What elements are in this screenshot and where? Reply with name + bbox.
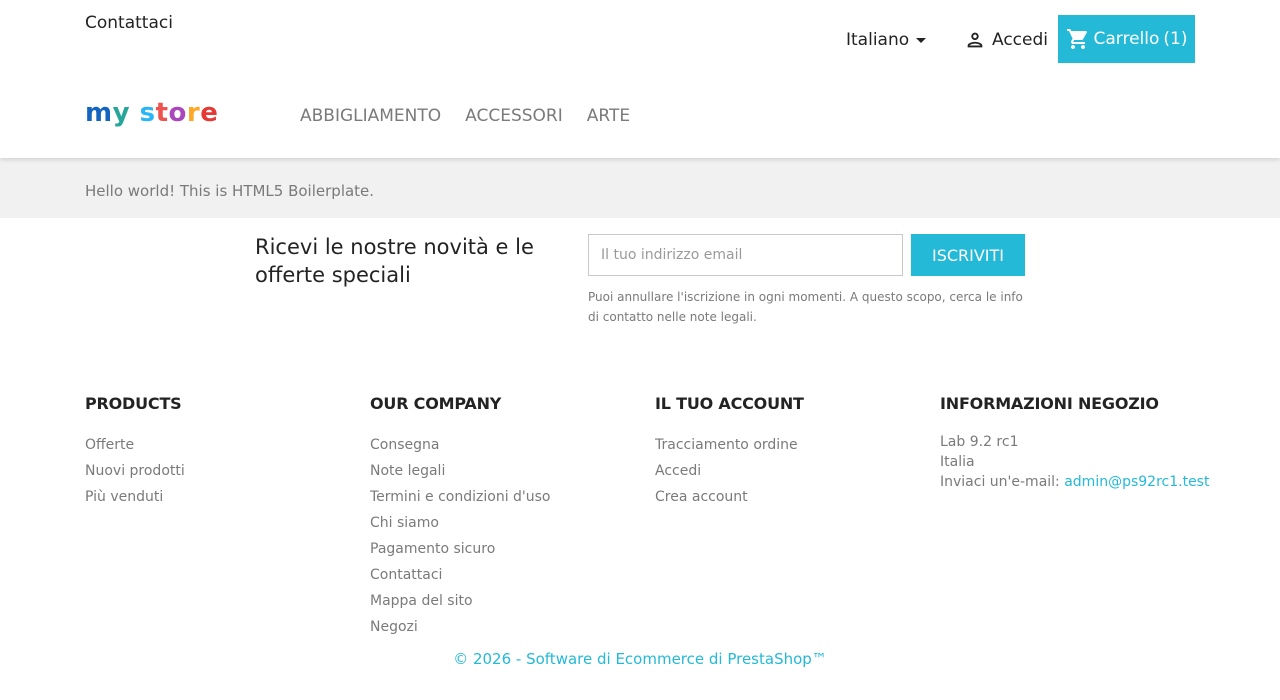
logo-letter: m xyxy=(85,98,113,128)
store-email-prefix: Inviaci un'e-mail: xyxy=(940,474,1060,490)
contact-link[interactable]: Contattaci xyxy=(85,13,173,33)
logo-letter: s xyxy=(139,98,156,128)
newsletter-note: Puoi annullare l'iscrizione in ogni mome… xyxy=(588,290,1023,324)
nav-item-arte[interactable]: ARTE xyxy=(587,106,630,126)
footer-link[interactable]: Termini e condizioni d'uso xyxy=(370,484,551,510)
cart-button[interactable]: Carrello (1) xyxy=(1058,15,1195,63)
footer-company-title: OUR COMPANY xyxy=(370,394,502,413)
hello-text: Hello world! This is HTML5 Boilerplate. xyxy=(85,182,375,200)
footer-link[interactable]: Offerte xyxy=(85,432,185,458)
logo-letter: t xyxy=(155,98,169,128)
footer-link[interactable]: Crea account xyxy=(655,484,804,510)
logo-letter xyxy=(130,98,140,128)
store-name: Lab 9.2 rc1 xyxy=(940,434,1019,450)
signin-link[interactable]: Accedi xyxy=(964,29,1048,51)
store-country: Italia xyxy=(940,454,975,470)
subscribe-button[interactable]: ISCRIVITI xyxy=(911,234,1025,276)
logo-letter: o xyxy=(168,98,187,128)
logo-letter: e xyxy=(200,98,219,128)
store-logo[interactable]: my store xyxy=(85,100,218,126)
footer-link[interactable]: Contattaci xyxy=(370,562,551,588)
footer-products: PRODUCTS Offerte Nuovi prodotti Più vend… xyxy=(85,394,185,510)
person-icon xyxy=(967,32,983,48)
cart-count: (1) xyxy=(1163,29,1188,49)
store-email-line: Inviaci un'e-mail: admin@ps92rc1.test xyxy=(940,472,1209,492)
store-email-link[interactable]: admin@ps92rc1.test xyxy=(1064,474,1209,490)
logo-letter: r xyxy=(186,98,201,128)
footer-link[interactable]: Consegna xyxy=(370,432,551,458)
newsletter-email-input[interactable] xyxy=(588,234,903,276)
caret-down-icon xyxy=(916,37,927,43)
cart-label: Carrello xyxy=(1093,29,1160,49)
footer-link[interactable]: Negozi xyxy=(370,614,551,640)
footer-account: IL TUO ACCOUNT Tracciamento ordine Acced… xyxy=(655,394,804,510)
footer-link[interactable]: Note legali xyxy=(370,458,551,484)
footer-store-info: INFORMAZIONI NEGOZIO Lab 9.2 rc1 Italia … xyxy=(940,394,1209,492)
shopping-cart-icon xyxy=(1066,29,1087,49)
newsletter-title: Ricevi le nostre novità e le offerte spe… xyxy=(255,235,534,287)
footer-link[interactable]: Nuovi prodotti xyxy=(85,458,185,484)
language-label: Italiano xyxy=(846,30,910,50)
nav-item-abbigliamento[interactable]: ABBIGLIAMENTO xyxy=(300,106,441,126)
footer-company: OUR COMPANY Consegna Note legali Termini… xyxy=(370,394,551,640)
footer-link[interactable]: Accedi xyxy=(655,458,804,484)
footer-link[interactable]: Pagamento sicuro xyxy=(370,536,551,562)
main-nav: ABBIGLIAMENTO ACCESSORI ARTE xyxy=(300,106,654,126)
footer-store-title: INFORMAZIONI NEGOZIO xyxy=(940,394,1159,413)
footer-link[interactable]: Più venduti xyxy=(85,484,185,510)
nav-item-accessori[interactable]: ACCESSORI xyxy=(465,106,563,126)
site-header: Contattaci Italiano Accedi Carrello (1) … xyxy=(0,0,1280,158)
footer-link[interactable]: Chi siamo xyxy=(370,510,551,536)
signin-label: Accedi xyxy=(992,30,1048,50)
logo-letter: y xyxy=(112,98,131,128)
language-selector[interactable]: Italiano xyxy=(846,30,927,50)
footer-account-title: IL TUO ACCOUNT xyxy=(655,394,804,413)
footer-products-title: PRODUCTS xyxy=(85,394,182,413)
footer-link[interactable]: Mappa del sito xyxy=(370,588,551,614)
copyright[interactable]: © 2026 - Software di Ecommerce di Presta… xyxy=(0,650,1280,668)
footer-link[interactable]: Tracciamento ordine xyxy=(655,432,804,458)
